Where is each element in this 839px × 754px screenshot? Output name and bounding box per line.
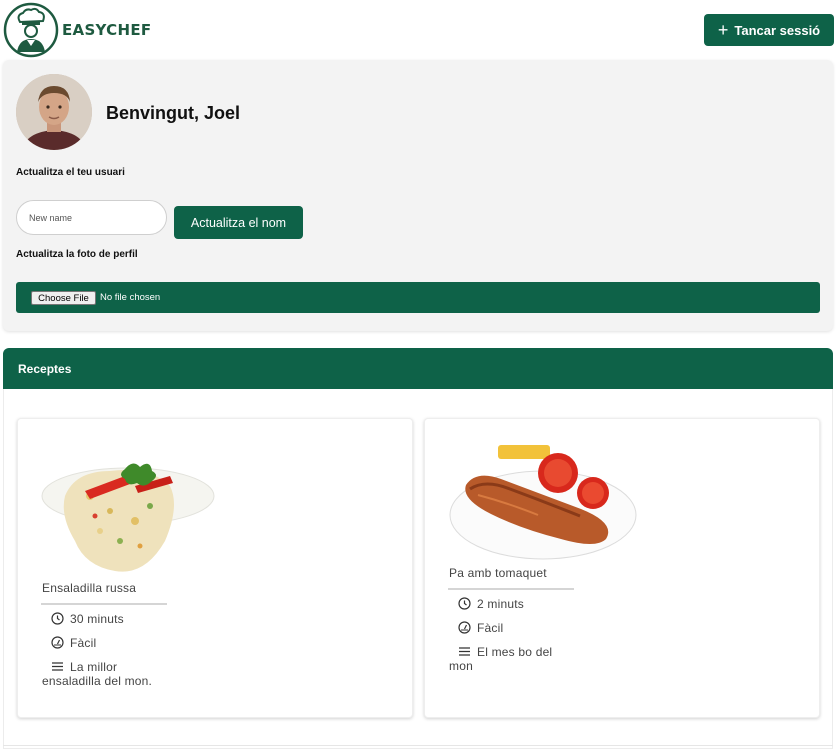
recipe-card[interactable]: Ensaladilla russa 30 minuts Fàcil La mil… bbox=[17, 418, 413, 718]
recipe-description-line2: ensaladilla del mon. bbox=[42, 674, 153, 688]
update-name-button[interactable]: Actualitza el nom bbox=[174, 206, 303, 239]
recipes-container: Ensaladilla russa 30 minuts Fàcil La mil… bbox=[3, 389, 833, 749]
recipe-time-value: 2 minuts bbox=[477, 597, 524, 611]
clock-icon bbox=[50, 612, 64, 625]
recipe-time: 2 minuts bbox=[457, 597, 524, 611]
welcome-title: Benvingut, Joel bbox=[106, 103, 241, 123]
recipe-time: 30 minuts bbox=[50, 612, 124, 626]
recipe-description: El mes bo del bbox=[457, 645, 552, 659]
logout-button[interactable]: + Tancar sessió bbox=[704, 14, 834, 46]
brand-name: EASYCHEF bbox=[62, 21, 152, 39]
plus-icon: + bbox=[717, 20, 729, 40]
recipe-image bbox=[41, 463, 215, 572]
recipe-description-line1: La millor bbox=[70, 660, 118, 674]
recipes-header: Receptes bbox=[3, 348, 833, 389]
recipe-card[interactable]: Pa amb tomaquet 2 minuts Fàcil El mes bo… bbox=[424, 418, 820, 718]
footer-divider bbox=[3, 745, 833, 746]
recipe-divider bbox=[448, 588, 574, 590]
difficulty-gauge-icon bbox=[457, 621, 471, 634]
no-file-text: No file chosen bbox=[100, 292, 161, 303]
recipe-difficulty: Fàcil bbox=[50, 636, 96, 650]
recipes-title: Receptes bbox=[18, 362, 72, 376]
recipe-description: La millor bbox=[50, 660, 117, 674]
update-photo-label: Actualitza la foto de perfil bbox=[16, 249, 138, 260]
menu-lines-icon bbox=[50, 660, 64, 673]
recipe-difficulty: Fàcil bbox=[457, 621, 503, 635]
recipe-time-value: 30 minuts bbox=[70, 612, 124, 626]
difficulty-gauge-icon bbox=[50, 636, 64, 649]
logout-label: Tancar sessió bbox=[734, 22, 821, 38]
recipe-description-line2: mon bbox=[449, 659, 473, 673]
recipe-difficulty-value: Fàcil bbox=[477, 621, 504, 635]
menu-lines-icon bbox=[457, 645, 471, 658]
recipe-divider bbox=[41, 603, 167, 605]
clock-icon bbox=[457, 597, 471, 610]
recipe-description-line1: El mes bo del bbox=[477, 645, 553, 659]
profile-card: Benvingut, Joel Actualitza el teu usuari… bbox=[3, 60, 833, 331]
recipe-name: Ensaladilla russa bbox=[42, 581, 137, 595]
new-name-input[interactable] bbox=[16, 200, 167, 235]
chef-logo-icon[interactable] bbox=[3, 2, 59, 58]
top-header: EASYCHEF + Tancar sessió bbox=[0, 0, 839, 60]
update-user-label: Actualitza el teu usuari bbox=[16, 167, 125, 178]
recipe-difficulty-value: Fàcil bbox=[70, 636, 97, 650]
file-upload-bar: Choose File No file chosen bbox=[16, 282, 820, 313]
avatar bbox=[16, 74, 92, 150]
recipe-name: Pa amb tomaquet bbox=[449, 566, 547, 580]
choose-file-button[interactable]: Choose File bbox=[31, 291, 96, 305]
